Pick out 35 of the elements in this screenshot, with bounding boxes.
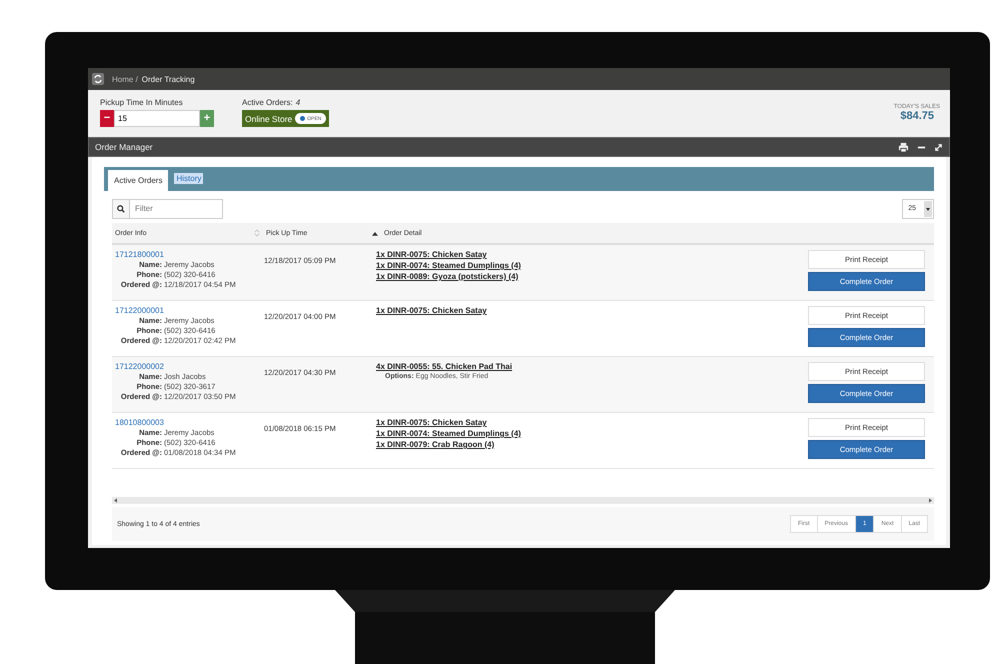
print-icon[interactable] (898, 142, 909, 152)
caret-icon (924, 200, 932, 216)
search-icon (117, 204, 125, 212)
scroll-right-icon[interactable] (929, 498, 932, 503)
sales-amount: $84.75 (900, 110, 934, 122)
order-item-link[interactable]: 1x DINR-0089: Gyoza (potstickers) (4) (376, 272, 518, 281)
minus-button[interactable]: − (100, 110, 114, 127)
order-item-link[interactable]: 1x DINR-0074: Steamed Dumplings (4) (376, 261, 521, 270)
breadcrumb-link[interactable]: Home / (112, 74, 138, 84)
order-number-link[interactable]: 17121800001 (115, 250, 264, 259)
expand-icon[interactable] (934, 142, 943, 152)
tab[interactable]: Active Orders (108, 170, 168, 191)
order-number-link[interactable]: 17122000002 (115, 362, 264, 371)
breadcrumb-current: Order Tracking (142, 74, 195, 84)
order-item-link[interactable]: 1x DINR-0075: Chicken Satay (376, 418, 487, 427)
active-orders-count: 4 (296, 98, 300, 107)
filter-field[interactable]: Filter (130, 198, 223, 218)
tab[interactable]: History (174, 173, 204, 184)
order-item-link[interactable]: 4x DINR-0055: 55. Chicken Pad Thai (376, 362, 512, 371)
order-item-link[interactable]: 1x DINR-0079: Crab Ragoon (4) (376, 440, 494, 449)
panel-title: Order Manager (95, 142, 153, 152)
order-item-link[interactable]: 1x DINR-0075: Chicken Satay (376, 306, 487, 315)
sort-ascending-icon[interactable] (372, 230, 378, 236)
refresh-icon[interactable] (92, 73, 104, 85)
pickup-label: Pickup Time In Minutes (100, 98, 184, 107)
order-number-link[interactable]: 18010800003 (115, 418, 264, 427)
scroll-left-icon[interactable] (114, 498, 117, 503)
active-orders-label: Active Orders: (242, 98, 293, 107)
order-item-link[interactable]: 1x DINR-0075: Chicken Satay (376, 250, 487, 259)
order-item-link[interactable]: 1x DINR-0074: Steamed Dumplings (4) (376, 429, 521, 438)
order-number-link[interactable]: 17122000001 (115, 306, 264, 315)
search-button[interactable] (112, 198, 130, 218)
pickup-input[interactable]: 15 (114, 110, 200, 127)
online-store-label: Online Store (245, 114, 292, 124)
horizontal-scrollbar[interactable] (112, 497, 934, 504)
